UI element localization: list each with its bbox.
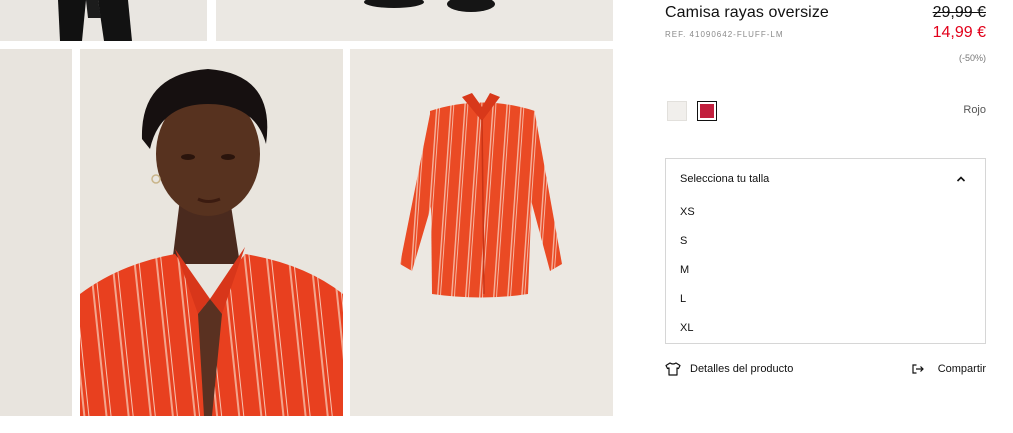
shirt-icon xyxy=(665,362,681,376)
gallery-photo-shirt[interactable] xyxy=(350,49,613,416)
share-exit-icon xyxy=(912,364,924,374)
selected-color-name: Rojo xyxy=(963,104,986,116)
size-option-xs[interactable]: XS xyxy=(680,202,970,222)
color-swatch-red[interactable] xyxy=(697,101,717,121)
background-wall-illustration xyxy=(0,49,72,416)
share-label: Compartir xyxy=(937,363,986,375)
discount-badge: (-50%) xyxy=(958,53,986,63)
gallery-photo-model[interactable] xyxy=(80,49,343,416)
size-option-m[interactable]: M xyxy=(680,260,970,280)
size-selector-label: Selecciona tu talla xyxy=(680,173,770,185)
product-details-label: Detalles del producto xyxy=(690,363,794,375)
chevron-up-icon xyxy=(956,176,966,182)
share-button[interactable]: Compartir xyxy=(912,361,986,377)
color-swatch-white[interactable] xyxy=(667,101,687,121)
size-option-s[interactable]: S xyxy=(680,231,970,251)
size-selector: Selecciona tu talla XS S M L XL xyxy=(665,158,986,344)
size-selector-toggle[interactable]: Selecciona tu talla xyxy=(666,159,985,199)
original-price: 29,99 € xyxy=(932,4,986,21)
color-swatch-red-fill xyxy=(700,104,714,118)
gallery-photo-top-left[interactable] xyxy=(0,0,207,41)
size-option-l[interactable]: L xyxy=(680,289,970,309)
size-option-xl[interactable]: XL xyxy=(680,318,970,338)
shoes-illustration xyxy=(216,0,613,41)
product-details-button[interactable]: Detalles del producto xyxy=(665,361,793,377)
sale-price: 14,99 € xyxy=(932,24,986,41)
gallery-photo-left-edge[interactable] xyxy=(0,49,72,416)
shirt-flatlay-illustration xyxy=(350,49,613,416)
gallery-photo-top-right[interactable] xyxy=(216,0,613,41)
product-reference: REF. 41090642-FLUFF-LM xyxy=(665,30,784,39)
product-title: Camisa rayas oversize xyxy=(665,4,829,21)
model-legs-illustration xyxy=(0,0,207,41)
model-wearing-shirt-illustration xyxy=(80,49,343,416)
